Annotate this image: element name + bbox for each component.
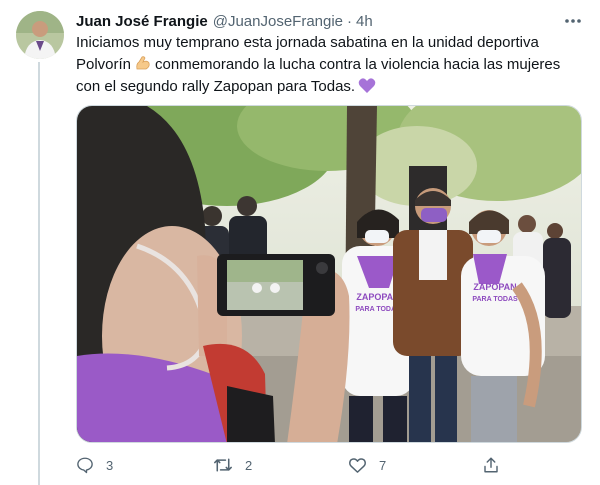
more-icon[interactable] [560, 10, 586, 32]
like-icon [349, 458, 366, 473]
tweet-text-line-1: Iniciamos muy temprano esta jornada saba… [76, 34, 539, 51]
purple-heart-emoji [358, 77, 376, 101]
tweet-photo[interactable]: ZAPOPAN PARA TODAS ZAPOPAN PARA TODAS [76, 105, 582, 443]
retweet-icon [214, 458, 232, 472]
like-count: 7 [379, 457, 387, 473]
share-button[interactable] [482, 452, 500, 478]
tweet-text-closing: con el segundo rally Zapopan para Todas. [76, 78, 356, 95]
tweet-header: Juan José Frangie @JuanJoseFrangie · 4h [76, 11, 373, 31]
retweet-button[interactable]: 2 [213, 452, 252, 478]
shirt-text-zapopan-right: ZAPOPAN [473, 282, 516, 292]
tweet-text-place: Polvorín [76, 56, 132, 73]
author-handle[interactable]: @JuanJoseFrangie [213, 13, 343, 30]
shirt-text-paratodas-right: PARA TODAS [472, 296, 518, 303]
tweet-text-line-3: con el segundo rally Zapopan para Todas. [76, 76, 576, 98]
tweet-actions: 3 2 7 [76, 452, 582, 478]
reply-button[interactable]: 3 [76, 452, 113, 478]
tweet-text: Iniciamos muy temprano esta jornada saba… [76, 32, 576, 98]
avatar[interactable] [16, 11, 64, 59]
author-name[interactable]: Juan José Frangie [76, 13, 208, 30]
reply-icon [77, 457, 93, 474]
reply-count: 3 [106, 457, 114, 473]
share-icon [484, 457, 498, 473]
tweet-text-line-2: Polvorín conmemorando la lucha contra la … [76, 54, 576, 76]
like-button[interactable]: 7 [348, 452, 386, 478]
retweet-count: 2 [245, 457, 253, 473]
timestamp[interactable]: 4h [356, 13, 373, 30]
separator-dot: · [347, 12, 353, 30]
tweet-text-line-2-rest: conmemorando la lucha contra la violenci… [155, 56, 561, 73]
thread-line [38, 62, 40, 485]
